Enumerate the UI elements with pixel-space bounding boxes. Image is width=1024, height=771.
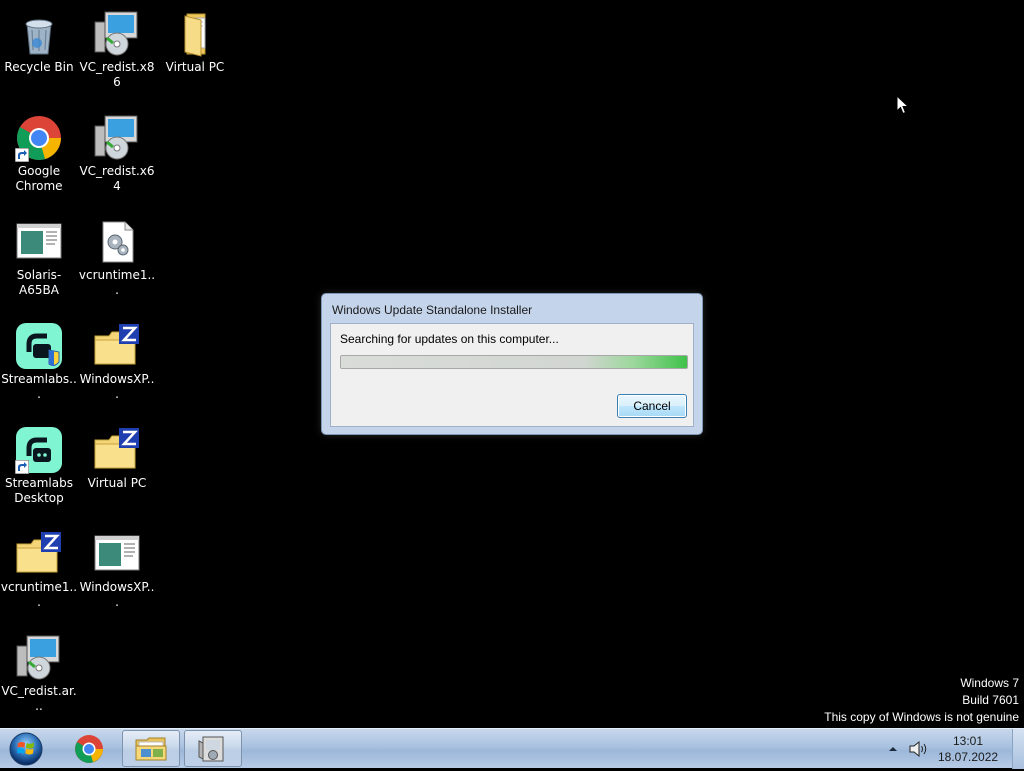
installer-icon: [185, 731, 241, 766]
installer-icon: [15, 634, 63, 682]
desktop-icon-vc-redist-x86[interactable]: VC_redist.x86: [78, 4, 156, 100]
shortcut-arrow-icon: [15, 148, 29, 162]
taskbar-installer-button[interactable]: [184, 730, 242, 767]
watermark-genuine: This copy of Windows is not genuine: [824, 709, 1019, 726]
desktop-icon-label: VC_redist.ar...: [0, 684, 78, 714]
desktop-icon-label: Virtual PC: [78, 476, 156, 491]
desktop-icon-label: vcruntime1...: [0, 580, 78, 610]
status-text: Searching for updates on this computer..…: [340, 332, 559, 346]
tray-overflow-button[interactable]: [886, 741, 900, 755]
desktop-icon-label: Google Chrome: [0, 164, 78, 194]
chrome-icon: [60, 730, 118, 767]
window-image-icon: [15, 218, 63, 266]
desktop-icon-vc-redist-arm[interactable]: VC_redist.ar...: [0, 628, 78, 724]
dialog-title: Windows Update Standalone Installer: [332, 303, 532, 317]
desktop-icon-label: Recycle Bin: [0, 60, 78, 75]
desktop-icon-label: WindowsXP...: [78, 372, 156, 402]
windows-watermark: Windows 7 Build 7601 This copy of Window…: [824, 675, 1019, 726]
cancel-button[interactable]: Cancel: [617, 394, 687, 418]
settings-file-icon: [93, 218, 141, 266]
desktop-icon-label: WindowsXP...: [78, 580, 156, 610]
window-image-icon: [93, 530, 141, 578]
desktop-icon-label: VC_redist.x64: [78, 164, 156, 194]
desktop-icon-vc-redist-x64[interactable]: VC_redist.x64: [78, 108, 156, 204]
streamlabs-icon: [15, 322, 63, 370]
watermark-os: Windows 7: [824, 675, 1019, 692]
shortcut-arrow-icon: [15, 460, 29, 474]
zip-folder-icon: [15, 530, 63, 578]
streamlabs-icon: [15, 426, 63, 474]
desktop-icon-virtual-pc-zip[interactable]: Virtual PC: [78, 420, 156, 516]
windows-update-installer-dialog[interactable]: Windows Update Standalone Installer Sear…: [321, 293, 703, 435]
progress-bar: [340, 355, 688, 369]
mouse-cursor-icon: [896, 95, 910, 119]
show-desktop-button[interactable]: [1012, 729, 1024, 769]
progress-fill: [341, 356, 687, 368]
installer-icon: [93, 10, 141, 58]
desktop-icon-streamlabs[interactable]: Streamlabs...: [0, 316, 78, 412]
zip-folder-icon: [93, 426, 141, 474]
watermark-build: Build 7601: [824, 692, 1019, 709]
desktop-icon-google-chrome[interactable]: Google Chrome: [0, 108, 78, 204]
taskbar-explorer-button[interactable]: [122, 730, 180, 767]
desktop-icon-vcruntime-zip[interactable]: vcruntime1...: [0, 524, 78, 620]
volume-button[interactable]: [907, 740, 929, 758]
dialog-client-area: Searching for updates on this computer..…: [330, 323, 694, 427]
start-button[interactable]: [6, 731, 46, 767]
clock-date: 18.07.2022: [938, 749, 998, 765]
desktop-icon-windowsxp-image[interactable]: WindowsXP...: [78, 524, 156, 620]
desktop-icon-windowsxp-zip[interactable]: WindowsXP...: [78, 316, 156, 412]
taskbar: 13:01 18.07.2022: [0, 728, 1024, 768]
desktop-icon-virtual-pc-folder[interactable]: Virtual PC: [156, 4, 234, 100]
chevron-up-icon: [886, 742, 900, 756]
windows-logo-icon: [6, 731, 46, 767]
clock-time: 13:01: [938, 733, 998, 749]
desktop-icon-label: Virtual PC: [156, 60, 234, 75]
clock[interactable]: 13:01 18.07.2022: [938, 733, 998, 765]
desktop-icon-streamlabs-desktop[interactable]: Streamlabs Desktop: [0, 420, 78, 516]
desktop-icon-vcruntime[interactable]: vcruntime1...: [78, 212, 156, 308]
desktop-icon-solaris[interactable]: Solaris-A65BA: [0, 212, 78, 308]
speaker-icon: [907, 740, 929, 758]
explorer-icon: [123, 731, 179, 766]
installer-icon: [93, 114, 141, 162]
chrome-icon: [15, 114, 63, 162]
desktop-icon-label: Streamlabs Desktop: [0, 476, 78, 506]
desktop-icon-label: VC_redist.x86: [78, 60, 156, 90]
desktop-icon-label: Streamlabs...: [0, 372, 78, 402]
desktop-icon-recycle-bin[interactable]: Recycle Bin: [0, 4, 78, 100]
desktop-icon-label: Solaris-A65BA: [0, 268, 78, 298]
taskbar-chrome-button[interactable]: [60, 730, 118, 767]
desktop-icon-label: vcruntime1...: [78, 268, 156, 298]
recycle-bin-icon: [15, 10, 63, 58]
zip-folder-icon: [93, 322, 141, 370]
folder-icon: [171, 10, 219, 58]
